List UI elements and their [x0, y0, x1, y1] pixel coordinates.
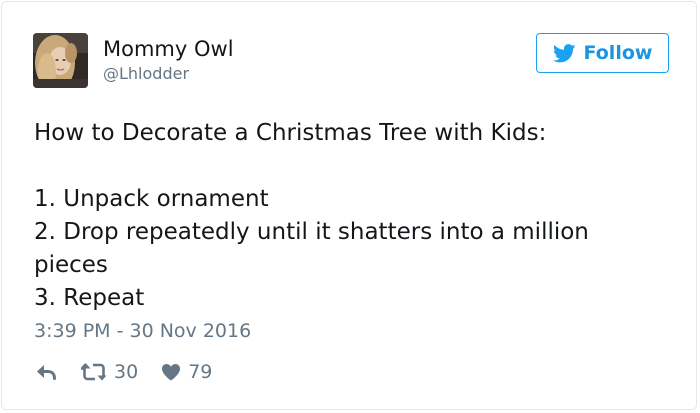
tweet-timestamp[interactable]: 3:39 PM - 30 Nov 2016 — [34, 318, 251, 344]
twitter-bird-icon — [552, 43, 576, 62]
tweet-text-line: 1. Unpack ornament — [34, 186, 269, 212]
retweet-icon — [81, 363, 107, 381]
heart-icon — [162, 364, 181, 381]
tweet-text-line: 3. Repeat — [34, 285, 145, 311]
tweet-text-line: 2. Drop repeatedly until it shatters int… — [34, 219, 589, 245]
follow-button[interactable]: Follow — [536, 33, 669, 73]
tweet-text-line: pieces — [34, 252, 108, 278]
user-avatar-image — [33, 33, 88, 88]
author-handle[interactable]: @Lhlodder — [103, 64, 189, 84]
tweet-text: How to Decorate a Christmas Tree with Ki… — [34, 117, 674, 315]
tweet-card: Mommy Owl @Lhlodder Follow How to Decora… — [1, 1, 697, 410]
reply-icon — [37, 365, 56, 380]
avatar[interactable] — [33, 33, 88, 88]
like-count: 79 — [188, 361, 213, 383]
tweet-text-line: How to Decorate a Christmas Tree with Ki… — [34, 120, 547, 146]
retweet-count: 30 — [114, 361, 139, 383]
tweet-actions: 30 79 — [35, 358, 212, 386]
like-button[interactable]: 79 — [161, 358, 212, 386]
retweet-button[interactable]: 30 — [81, 358, 138, 386]
follow-button-label: Follow — [583, 42, 653, 64]
author-display-name[interactable]: Mommy Owl — [103, 36, 234, 62]
reply-button[interactable] — [35, 363, 57, 381]
